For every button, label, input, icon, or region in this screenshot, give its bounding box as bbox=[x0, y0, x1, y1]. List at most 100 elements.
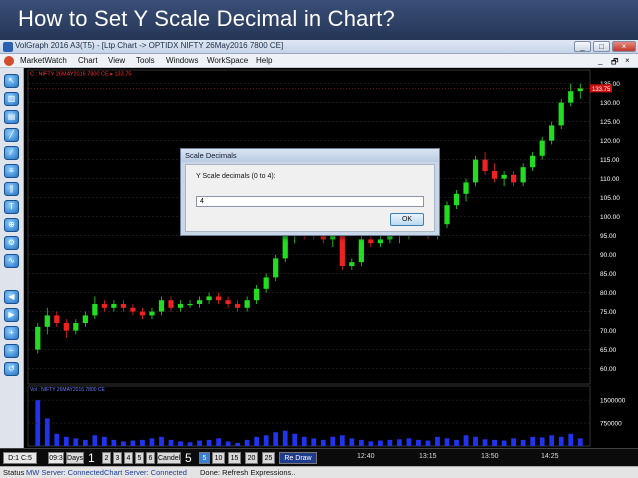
zoom-in-icon[interactable]: + bbox=[4, 326, 19, 340]
redraw-button[interactable]: Re Draw bbox=[279, 452, 317, 464]
chart-area[interactable]: 135.00130.00125.00120.00115.00110.00105.… bbox=[24, 68, 638, 448]
candel-value: 5 bbox=[185, 451, 192, 465]
price-tick-label: 80.00 bbox=[600, 290, 617, 297]
zoom-tool-icon[interactable]: ⊕ bbox=[4, 218, 19, 232]
fibonacci-tool-icon[interactable]: ≡ bbox=[4, 164, 19, 178]
text-tool-icon[interactable]: T bbox=[4, 200, 19, 214]
volume-bar bbox=[473, 436, 478, 446]
day-button-4[interactable]: 4 bbox=[124, 452, 133, 464]
scroll-left-icon[interactable]: ◀ bbox=[4, 290, 19, 304]
volume-bar bbox=[244, 439, 250, 446]
candle-body bbox=[453, 193, 460, 206]
left-toolbar: ↖ ▥ ▤ ╱ ⁄ ≡ ∥ T ⊕ ⚙ ∿ ◀ ▶ + − ↺ bbox=[0, 68, 24, 448]
status-label: Status bbox=[3, 468, 25, 477]
volume-bar bbox=[225, 441, 231, 446]
mdi-minimize-button[interactable]: _ bbox=[598, 56, 602, 65]
candel-button-20[interactable]: 20 bbox=[245, 452, 258, 464]
window-titlebar: VolGraph 2016 A3(T5) - [Ltp Chart -> OPT… bbox=[0, 40, 638, 54]
candle-body bbox=[54, 315, 60, 323]
line-tool-icon[interactable]: ╱ bbox=[4, 128, 19, 142]
candle-body bbox=[472, 159, 479, 183]
zoom-out-icon[interactable]: − bbox=[4, 344, 19, 358]
y-scale-decimals-input[interactable]: 4 bbox=[196, 196, 424, 207]
volume-bar bbox=[273, 432, 279, 446]
volume-tick-label: 1500000 bbox=[600, 398, 626, 405]
x-tick-label: 14:25 bbox=[541, 453, 559, 460]
candle-body bbox=[63, 323, 69, 331]
candle-body bbox=[44, 315, 50, 327]
candle-body bbox=[577, 88, 583, 92]
menu-chart[interactable]: Chart bbox=[78, 56, 98, 65]
candle-body bbox=[149, 311, 155, 316]
app-icon bbox=[3, 42, 13, 52]
bottom-controls: D:1 C:5 09:3 Days 1 2 3 4 5 6 Candel : 5… bbox=[0, 448, 638, 474]
volume-bar bbox=[140, 439, 145, 446]
price-tick-label: 60.00 bbox=[600, 366, 617, 373]
menu-windows[interactable]: Windows bbox=[166, 56, 198, 65]
bar-chart-tool-icon[interactable]: ▥ bbox=[4, 92, 19, 106]
day-button-2[interactable]: 2 bbox=[102, 452, 111, 464]
volume-bar bbox=[111, 439, 117, 446]
candel-button-25[interactable]: 25 bbox=[262, 452, 275, 464]
scroll-right-icon[interactable]: ▶ bbox=[4, 308, 19, 322]
indicator-tool-icon[interactable]: ∿ bbox=[4, 254, 19, 268]
price-tick-label: 105.00 bbox=[600, 195, 620, 202]
cursor-tool-icon[interactable]: ↖ bbox=[4, 74, 19, 88]
close-button[interactable]: × bbox=[612, 41, 636, 52]
candel-button-15[interactable]: 15 bbox=[228, 452, 241, 464]
trendline-tool-icon[interactable]: ⁄ bbox=[4, 146, 19, 160]
volume-bar bbox=[63, 436, 69, 446]
candle-tool-icon[interactable]: ▤ bbox=[4, 110, 19, 124]
candle-body bbox=[225, 300, 231, 304]
price-tick-label: 95.00 bbox=[600, 233, 617, 240]
menu-marketwatch[interactable]: MarketWatch bbox=[20, 56, 67, 65]
minimize-button[interactable]: _ bbox=[574, 41, 591, 52]
channel-tool-icon[interactable]: ∥ bbox=[4, 182, 19, 196]
volume-bar bbox=[406, 438, 412, 446]
volume-bar bbox=[216, 438, 221, 446]
days-value: 1 bbox=[88, 451, 95, 465]
price-volume-chart[interactable]: 135.00130.00125.00120.00115.00110.00105.… bbox=[24, 68, 638, 448]
mdi-close-button[interactable]: × bbox=[625, 56, 630, 65]
volume-bar bbox=[301, 436, 307, 446]
candle-body bbox=[568, 91, 574, 103]
candle-body bbox=[120, 304, 127, 308]
volume-bar bbox=[378, 440, 383, 446]
day-button-3[interactable]: 3 bbox=[113, 452, 122, 464]
volume-bar bbox=[197, 440, 202, 446]
candle-body bbox=[491, 171, 498, 179]
app-menu-icon[interactable] bbox=[4, 56, 14, 66]
candle-body bbox=[320, 235, 326, 240]
volume-bar bbox=[568, 433, 574, 446]
candel-button-10[interactable]: 10 bbox=[212, 452, 225, 464]
ok-button[interactable]: OK bbox=[390, 213, 424, 226]
menu-help[interactable]: Help bbox=[256, 56, 272, 65]
menu-tools[interactable]: Tools bbox=[136, 56, 155, 65]
candle-body bbox=[35, 326, 41, 350]
volume-bar bbox=[397, 439, 402, 446]
volume-bar bbox=[425, 440, 431, 446]
candle-body bbox=[263, 277, 269, 289]
candle-body bbox=[92, 304, 98, 316]
day-button-5[interactable]: 5 bbox=[135, 452, 144, 464]
day-button-6[interactable]: 6 bbox=[146, 452, 155, 464]
volume-bar bbox=[387, 439, 393, 446]
x-tick-label: 13:50 bbox=[481, 453, 499, 460]
candel-button-5[interactable]: 5 bbox=[199, 452, 210, 464]
reset-view-icon[interactable]: ↺ bbox=[4, 362, 19, 376]
candle-body bbox=[358, 239, 364, 263]
menu-view[interactable]: View bbox=[108, 56, 125, 65]
maximize-button[interactable]: □ bbox=[593, 41, 610, 52]
candle-body bbox=[349, 262, 355, 266]
y-scale-decimals-label: Y Scale decimals (0 to 4): bbox=[196, 173, 276, 180]
volume-bar bbox=[530, 436, 536, 446]
candle-body bbox=[196, 300, 203, 304]
candle-body bbox=[482, 159, 488, 171]
chart-server-status: Chart Server: Connected bbox=[104, 468, 187, 477]
volume-bar bbox=[577, 438, 583, 446]
volume-bar bbox=[168, 439, 174, 446]
volume-bar bbox=[254, 436, 260, 446]
settings-tool-icon[interactable]: ⚙ bbox=[4, 236, 19, 250]
menu-workspace[interactable]: WorkSpace bbox=[207, 56, 248, 65]
volume-bar bbox=[130, 440, 136, 446]
